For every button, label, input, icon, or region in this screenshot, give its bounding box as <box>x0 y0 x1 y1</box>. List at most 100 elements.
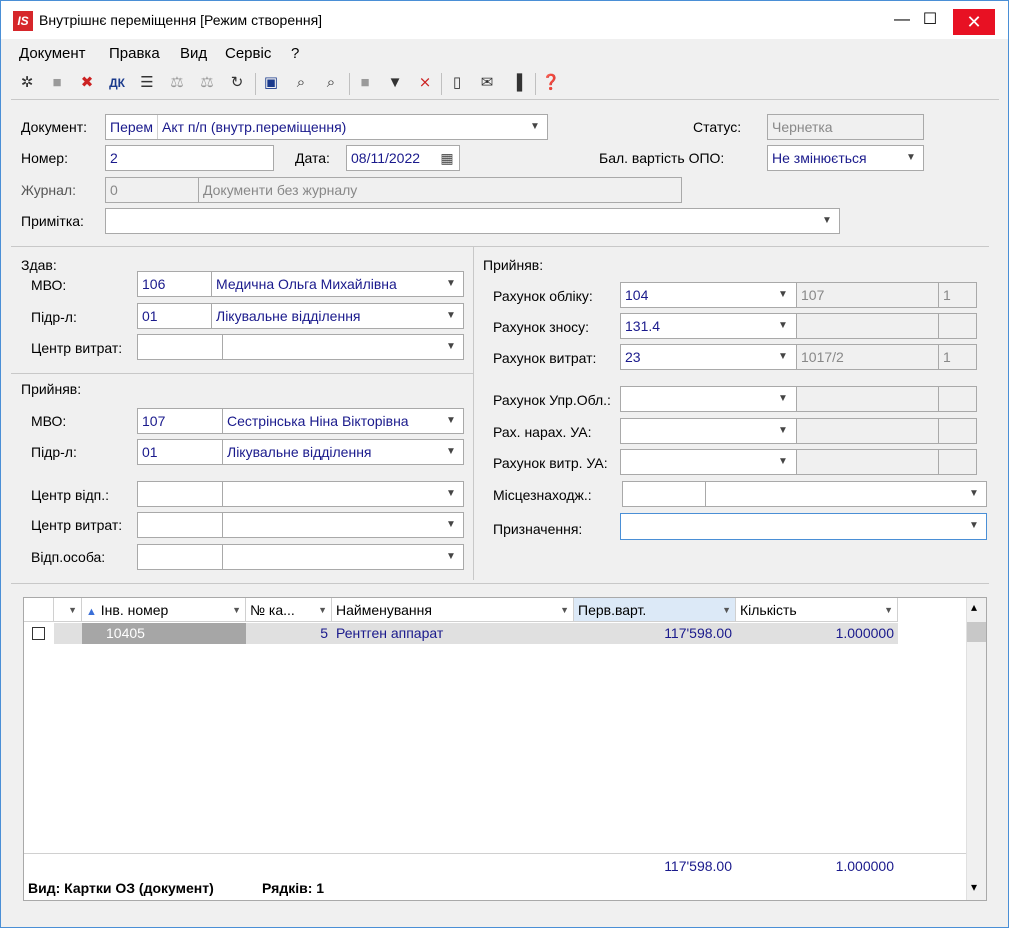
maximize-button[interactable]: ☐ <box>907 1 953 39</box>
filter-icon[interactable]: ▼ <box>383 72 407 94</box>
save-icon[interactable]: ▣ <box>259 72 283 94</box>
cell-inv[interactable]: 10405 <box>82 623 246 644</box>
menu-bar: Документ Правка Вид Сервіс ? <box>1 41 1008 65</box>
grid-col-cost[interactable]: Перв.варт. ▼ <box>574 598 736 622</box>
unpost-icon[interactable]: ⚖ <box>195 72 219 94</box>
grid-col-inv[interactable]: ▲ Інв. номер ▼ <box>82 598 246 622</box>
received-cost-center-name[interactable] <box>222 512 464 538</box>
chevron-down-icon[interactable]: ▼ <box>560 598 569 621</box>
form-icon[interactable]: ▯ <box>445 72 469 94</box>
purpose-select[interactable] <box>620 513 987 540</box>
gave-cost-center-name[interactable] <box>222 334 464 360</box>
chevron-down-icon[interactable]: ▼ <box>773 419 793 443</box>
new-doc-icon[interactable]: ✲ <box>15 72 39 94</box>
location-code[interactable] <box>622 481 706 507</box>
received-resp-person-name[interactable] <box>222 544 464 570</box>
chevron-down-icon[interactable]: ▼ <box>773 450 793 474</box>
mail-icon[interactable]: ✉ <box>475 72 499 94</box>
note-field[interactable] <box>105 208 840 234</box>
title-bar[interactable]: IS Внутрішнє переміщення [Режим створенн… <box>1 1 1008 39</box>
refresh-icon[interactable]: ↻ <box>225 72 249 94</box>
number-field[interactable]: 2 <box>105 145 274 171</box>
scroll-up-icon[interactable]: ▴ <box>971 600 977 614</box>
grid-col-name[interactable]: Найменування ▼ <box>332 598 574 622</box>
document-type-select[interactable]: Перем Акт п/п (внутр.переміщення) <box>105 114 548 140</box>
vertical-scrollbar[interactable]: ▴ ▾ <box>966 598 986 900</box>
chevron-down-icon[interactable]: ▼ <box>441 272 461 296</box>
received-dept-name[interactable]: Лікувальне відділення <box>222 439 464 465</box>
menu-edit[interactable]: Правка <box>109 45 160 62</box>
block-icon[interactable]: ■ <box>353 72 377 94</box>
close-button[interactable]: ✕ <box>953 9 995 35</box>
grid-col-menu[interactable]: ▼ <box>54 598 82 622</box>
menu-view[interactable]: Вид <box>180 45 207 62</box>
mgmt-select[interactable] <box>620 386 797 412</box>
received-resp-center-name[interactable] <box>222 481 464 507</box>
gave-dept-code[interactable]: 01 <box>137 303 212 329</box>
row-checkbox[interactable] <box>24 623 54 644</box>
accrual-select[interactable] <box>620 418 797 444</box>
chevron-down-icon[interactable]: ▼ <box>441 513 461 537</box>
chevron-down-icon[interactable]: ▼ <box>773 283 793 307</box>
account-select[interactable]: 104 <box>620 282 797 308</box>
wear-select[interactable]: 131.4 <box>620 313 797 339</box>
expense-ua-select[interactable] <box>620 449 797 475</box>
location-name[interactable] <box>705 481 987 507</box>
received-mvo-name[interactable]: Сестрінська Ніна Вікторівна <box>222 408 464 434</box>
chevron-down-icon[interactable]: ▼ <box>884 598 893 621</box>
help-icon[interactable]: ❓ <box>539 72 563 94</box>
cell-qty[interactable]: 1.000000 <box>736 623 898 644</box>
received-mvo-code[interactable]: 107 <box>137 408 223 434</box>
chevron-down-icon[interactable]: ▼ <box>773 314 793 338</box>
copy-icon[interactable]: ■ <box>45 72 69 94</box>
gave-cost-center-code[interactable] <box>137 334 223 360</box>
chevron-down-icon[interactable]: ▼ <box>441 545 461 569</box>
cell-card[interactable]: 5 <box>246 623 332 644</box>
grid-col-qty[interactable]: Кількість ▼ <box>736 598 898 622</box>
clear-filter-icon[interactable]: ⨯ <box>413 72 437 94</box>
received-dept-code[interactable]: 01 <box>137 439 223 465</box>
find-next-icon[interactable]: ⌕ <box>319 72 343 94</box>
cell-name[interactable]: Рентген аппарат <box>332 623 574 644</box>
received-cost-center-code[interactable] <box>137 512 223 538</box>
list-icon[interactable]: ☰ <box>135 72 159 94</box>
chevron-down-icon[interactable]: ▼ <box>773 345 793 369</box>
post-icon[interactable]: ⚖ <box>165 72 189 94</box>
grid-col-card[interactable]: № ка... ▼ <box>246 598 332 622</box>
find-icon[interactable]: ⌕ <box>289 72 313 94</box>
barcode-icon[interactable]: ▐ <box>505 72 529 94</box>
menu-help[interactable]: ? <box>291 45 299 62</box>
chevron-down-icon[interactable]: ▼ <box>68 598 77 621</box>
chevron-down-icon[interactable]: ▼ <box>964 482 984 506</box>
chevron-down-icon[interactable]: ▼ <box>964 514 984 538</box>
chevron-down-icon[interactable]: ▼ <box>318 598 327 621</box>
chevron-down-icon[interactable]: ▼ <box>441 440 461 464</box>
menu-document[interactable]: Документ <box>19 45 86 62</box>
gave-dept-name[interactable]: Лікувальне відділення <box>211 303 464 329</box>
scroll-down-icon[interactable]: ▾ <box>971 880 977 894</box>
calendar-icon[interactable]: ▦ <box>437 146 457 170</box>
gave-mvo-name[interactable]: Медична Ольга Михайлівна <box>211 271 464 297</box>
grid-col-select[interactable] <box>24 598 54 622</box>
scroll-thumb[interactable] <box>967 622 986 642</box>
cards-grid[interactable]: ▼ ▲ Інв. номер ▼ № ка... ▼ Найменування … <box>23 597 987 901</box>
expense-select[interactable]: 23 <box>620 344 797 370</box>
chevron-down-icon[interactable]: ▼ <box>817 209 837 233</box>
gave-mvo-code[interactable]: 106 <box>137 271 212 297</box>
received-resp-center-code[interactable] <box>137 481 223 507</box>
delete-icon[interactable]: ✖ <box>75 72 99 94</box>
chevron-down-icon[interactable]: ▼ <box>441 482 461 506</box>
chevron-down-icon[interactable]: ▼ <box>525 115 545 139</box>
chevron-down-icon[interactable]: ▼ <box>441 409 461 433</box>
chevron-down-icon[interactable]: ▼ <box>722 598 731 621</box>
chevron-down-icon[interactable]: ▼ <box>773 387 793 411</box>
chevron-down-icon[interactable]: ▼ <box>441 304 461 328</box>
chevron-down-icon[interactable]: ▼ <box>901 146 921 170</box>
journal-name-field: Документи без журналу <box>198 177 682 203</box>
chevron-down-icon[interactable]: ▼ <box>232 598 241 621</box>
dk-icon[interactable]: ДК <box>105 72 129 94</box>
chevron-down-icon[interactable]: ▼ <box>441 335 461 359</box>
menu-service[interactable]: Сервіс <box>225 45 271 62</box>
received-resp-person-code[interactable] <box>137 544 223 570</box>
cell-cost[interactable]: 117'598.00 <box>574 623 736 644</box>
